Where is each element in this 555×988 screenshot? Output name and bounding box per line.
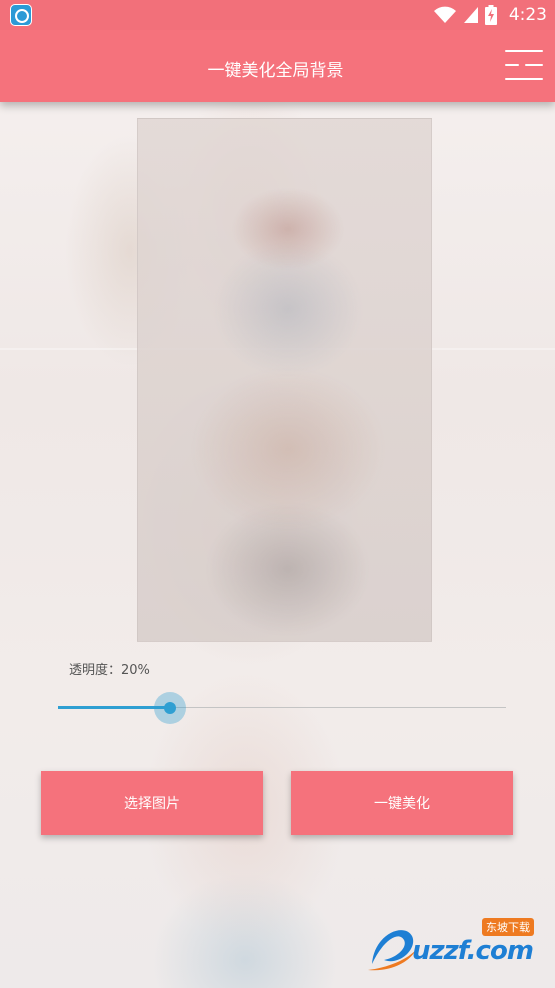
app-screen: 4:23 一键美化全局背景 透明度：20% 选择图片 一键美化 uzzf.com… bbox=[0, 0, 555, 988]
status-bar: 4:23 bbox=[0, 0, 555, 30]
watermark-badge: 东坡下载 bbox=[482, 918, 534, 936]
watermark-brand: uzzf.com bbox=[412, 936, 534, 966]
slider-thumb[interactable] bbox=[164, 702, 176, 714]
app-notification-icon bbox=[10, 4, 32, 26]
status-icons: 4:23 bbox=[433, 0, 547, 30]
opacity-slider[interactable] bbox=[58, 692, 506, 724]
toolbar: 一键美化全局背景 bbox=[0, 30, 555, 102]
battery-charging-icon bbox=[484, 5, 497, 25]
opacity-label: 透明度：20% bbox=[69, 663, 150, 678]
page-title: 一键美化全局背景 bbox=[207, 61, 344, 81]
signal-icon bbox=[463, 7, 478, 23]
pick-image-button[interactable]: 选择图片 bbox=[41, 771, 263, 835]
beautify-button[interactable]: 一键美化 bbox=[291, 771, 513, 835]
status-time: 4:23 bbox=[508, 5, 547, 25]
wifi-icon bbox=[433, 6, 456, 23]
menu-icon[interactable] bbox=[505, 48, 543, 82]
watermark-logo: uzzf.com 东坡下载 bbox=[364, 914, 549, 974]
preview-image bbox=[137, 118, 432, 642]
